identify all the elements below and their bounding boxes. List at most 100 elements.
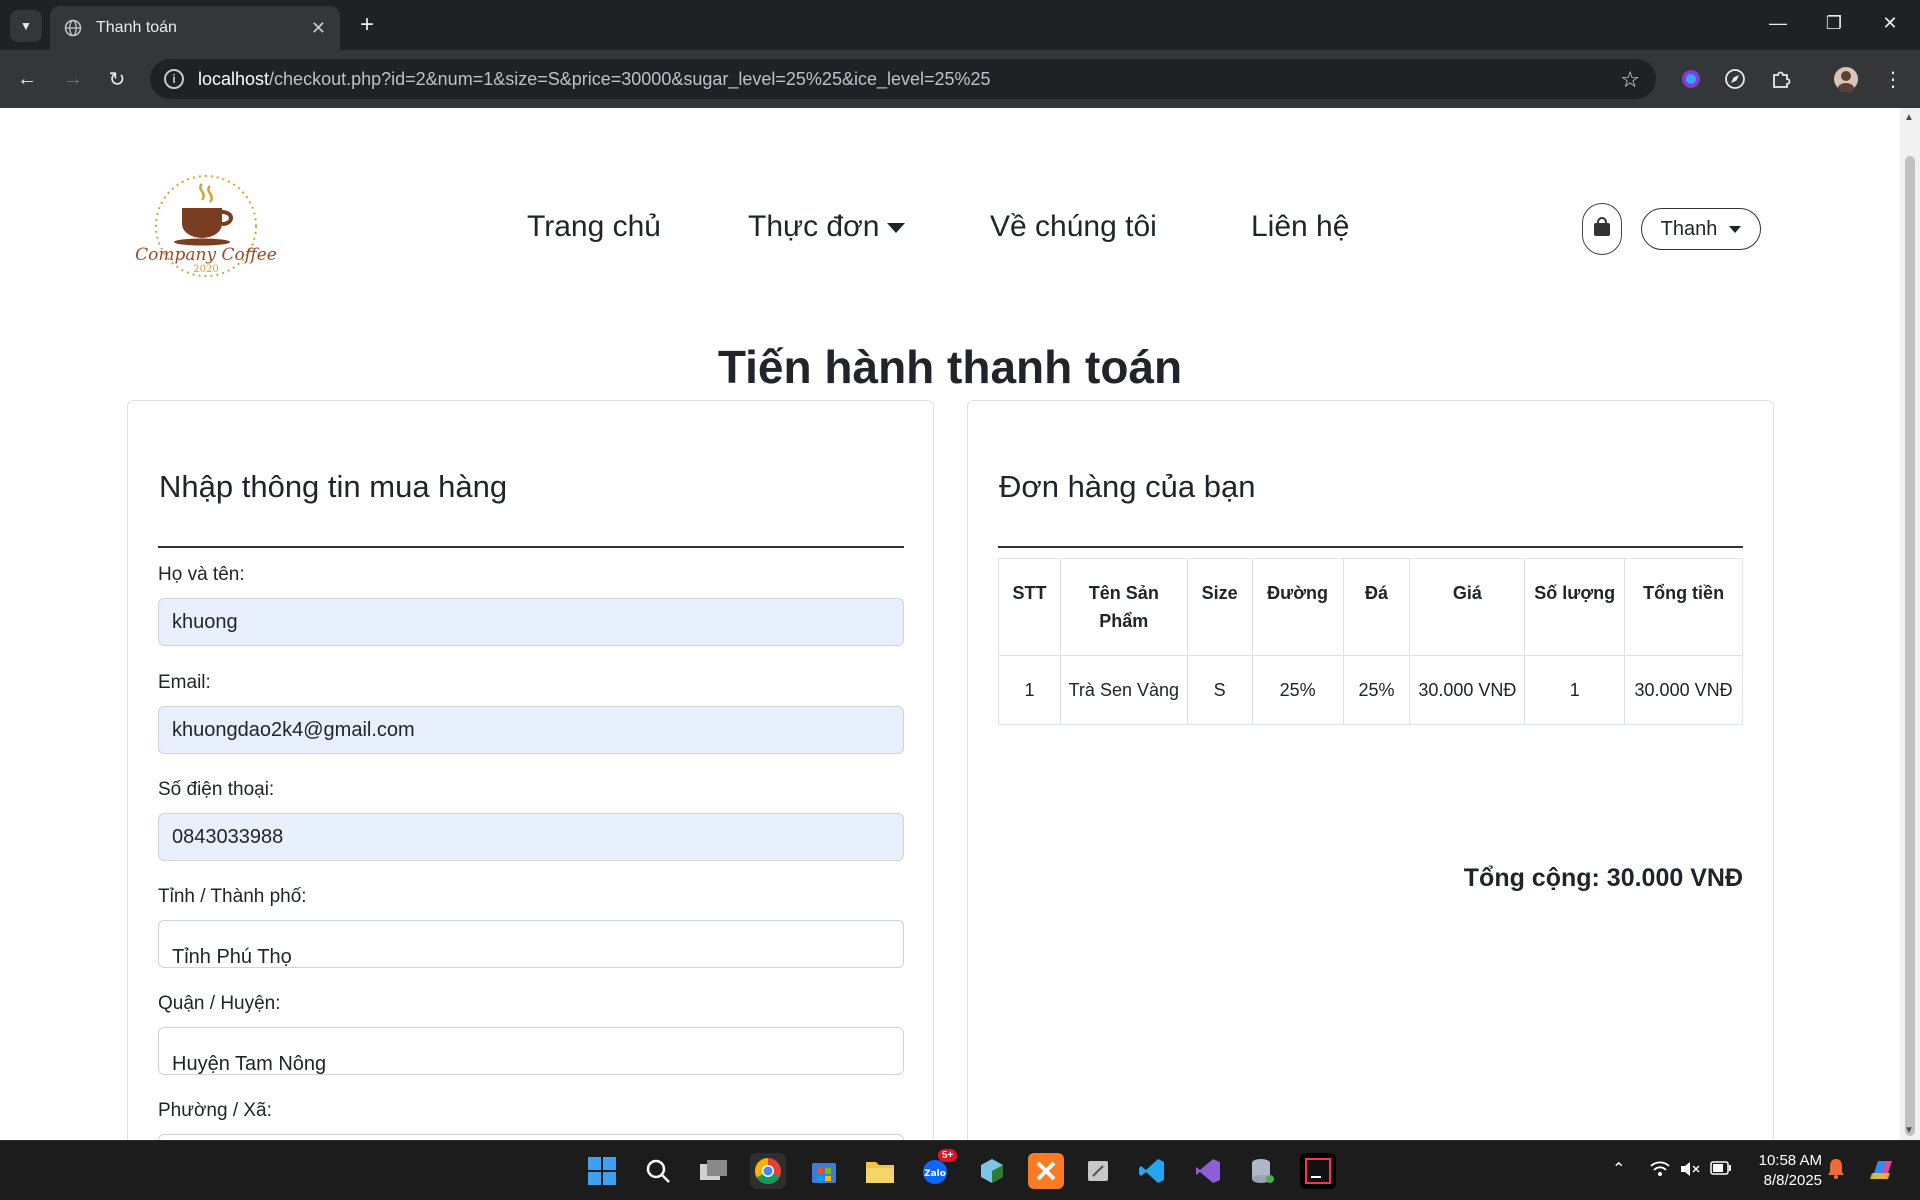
windows-start-icon[interactable] (584, 1153, 620, 1189)
cell-size: S (1186, 655, 1253, 725)
browser-toolbar: ← → ↻ i localhost/checkout.php?id=2&num=… (0, 50, 1920, 108)
xampp-icon[interactable] (1028, 1153, 1064, 1189)
col-ice: Đá (1342, 558, 1411, 656)
page-title: Tiến hành thanh toán (717, 341, 1183, 393)
close-window-button[interactable]: ✕ (1862, 0, 1918, 46)
province-label: Tỉnh / Thành phố: (158, 886, 307, 907)
shopping-bag-icon (1593, 216, 1611, 242)
col-price: Giá (1409, 558, 1526, 656)
cell-sugar: 25% (1251, 655, 1344, 725)
back-button[interactable]: ← (10, 62, 44, 96)
logo-year: 2020 (193, 264, 218, 275)
microsoft-store-icon[interactable] (806, 1153, 842, 1189)
browser-tab[interactable]: Thanh toán ✕ (50, 6, 340, 50)
col-quantity: Số lượng (1524, 558, 1626, 656)
name-input[interactable]: khuong (158, 598, 904, 646)
notepad-icon[interactable] (1080, 1153, 1116, 1189)
col-total: Tổng tiền (1624, 558, 1743, 656)
cell-ice: 25% (1342, 655, 1411, 725)
email-label: Email: (158, 672, 211, 693)
cart-button[interactable] (1582, 203, 1622, 255)
col-stt: STT (998, 558, 1061, 656)
province-select[interactable]: Tỉnh Phú Thọ (158, 920, 904, 968)
order-table-header: STT Tên Sản Phẩm Size Đường Đá Giá Số lư… (998, 558, 1743, 656)
col-product: Tên Sản Phẩm (1059, 558, 1188, 656)
system-clock[interactable]: 10:58 AM 8/8/2025 (1742, 1151, 1822, 1191)
cell-stt: 1 (998, 655, 1061, 725)
compass-extension-icon[interactable] (1722, 66, 1748, 92)
col-size: Size (1186, 558, 1253, 656)
box-app-icon[interactable] (974, 1153, 1010, 1189)
order-heading: Đơn hàng của bạn (999, 469, 1256, 504)
scrollbar-thumb[interactable] (1905, 156, 1915, 1136)
file-explorer-icon[interactable] (862, 1153, 898, 1189)
order-summary-card: Đơn hàng của bạn (967, 400, 1774, 1140)
nav-menu[interactable]: Thực đơn (748, 210, 906, 244)
caret-down-icon (1729, 225, 1742, 233)
show-hidden-icons-icon[interactable]: ⌃ (1612, 1159, 1625, 1179)
ward-label: Phường / Xã: (158, 1100, 272, 1121)
address-bar[interactable]: i localhost/checkout.php?id=2&num=1&size… (150, 59, 1656, 99)
province-value: Tỉnh Phú Thọ (172, 946, 292, 968)
extension-brain-icon[interactable] (1678, 66, 1704, 92)
vscode-icon[interactable] (1134, 1153, 1170, 1189)
cell-price: 30.000 VNĐ (1409, 655, 1526, 725)
scroll-down-icon[interactable]: ▼ (1904, 1125, 1914, 1136)
cell-quantity: 1 (1524, 655, 1626, 725)
district-value: Huyện Tam Nông (172, 1053, 327, 1075)
database-app-icon[interactable] (1244, 1153, 1280, 1189)
district-select[interactable]: Huyện Tam Nông (158, 1027, 904, 1075)
notification-bell-icon[interactable] (1826, 1157, 1846, 1184)
battery-icon[interactable] (1710, 1161, 1732, 1180)
table-row: 1 Trà Sen Vàng S 25% 25% 30.000 VNĐ 1 30… (998, 655, 1743, 725)
clock-time: 10:58 AM (1758, 1152, 1822, 1169)
windows-taskbar: Zalo 5+ ⌃ 10:58 AM 8/8/2025 (0, 1140, 1920, 1200)
reload-button[interactable]: ↻ (100, 62, 134, 96)
caret-down-icon (887, 223, 906, 234)
cell-product: Trà Sen Vàng (1059, 655, 1188, 725)
nav-about[interactable]: Về chúng tôi (990, 210, 1157, 244)
tab-search-button[interactable]: ▼ (10, 10, 42, 42)
intellij-icon[interactable] (1300, 1153, 1336, 1189)
task-view-icon[interactable] (696, 1153, 732, 1189)
nav-menu-label: Thực đơn (748, 210, 880, 243)
zalo-icon[interactable]: Zalo 5+ (918, 1149, 958, 1189)
scroll-up-icon[interactable]: ▲ (1904, 112, 1914, 123)
extensions-puzzle-icon[interactable] (1768, 66, 1794, 92)
site-info-icon[interactable]: i (164, 69, 184, 89)
name-label: Họ và tên: (158, 564, 245, 585)
nav-home[interactable]: Trang chủ (527, 210, 661, 244)
volume-muted-icon[interactable] (1680, 1161, 1700, 1182)
wifi-icon[interactable] (1650, 1161, 1670, 1182)
zalo-badge: 5+ (938, 1149, 958, 1162)
email-input[interactable]: khuongdao2k4@gmail.com (158, 706, 904, 754)
phone-label: Số điện thoại: (158, 779, 275, 800)
browser-menu-icon[interactable]: ⋮ (1880, 66, 1906, 92)
user-menu-button[interactable]: Thanh (1641, 208, 1761, 250)
logo-text: Company Coffee (136, 245, 276, 265)
bookmark-star-icon[interactable]: ☆ (1620, 67, 1640, 93)
copilot-icon[interactable] (1866, 1155, 1896, 1190)
col-sugar: Đường (1251, 558, 1344, 656)
order-table: STT Tên Sản Phẩm Size Đường Đá Giá Số lư… (998, 558, 1743, 725)
minimize-button[interactable]: — (1750, 0, 1806, 46)
restore-button[interactable]: ❐ (1806, 0, 1862, 46)
chrome-taskbar-icon[interactable] (750, 1153, 786, 1189)
nav-contact[interactable]: Liên hệ (1251, 210, 1349, 244)
phone-input[interactable]: 0843033988 (158, 813, 904, 861)
page-scrollbar[interactable]: ▲ ▼ (1900, 108, 1920, 1140)
close-tab-icon[interactable]: ✕ (311, 18, 326, 39)
visual-studio-icon[interactable] (1190, 1153, 1226, 1189)
company-coffee-logo[interactable]: Company Coffee 2020 (135, 174, 277, 284)
order-divider (998, 546, 1743, 548)
email-value: khuongdao2k4@gmail.com (172, 718, 415, 741)
svg-text:Zalo: Zalo (924, 1169, 946, 1179)
profile-avatar[interactable] (1833, 66, 1859, 92)
new-tab-button[interactable]: + (352, 10, 382, 40)
phone-value: 0843033988 (172, 825, 284, 848)
name-value: khuong (172, 610, 238, 633)
browser-tab-bar: ▼ Thanh toán ✕ + — ❐ ✕ (0, 0, 1920, 50)
forward-button[interactable]: → (56, 62, 90, 96)
search-icon[interactable] (640, 1153, 676, 1189)
clock-date: 8/8/2025 (1763, 1172, 1822, 1189)
